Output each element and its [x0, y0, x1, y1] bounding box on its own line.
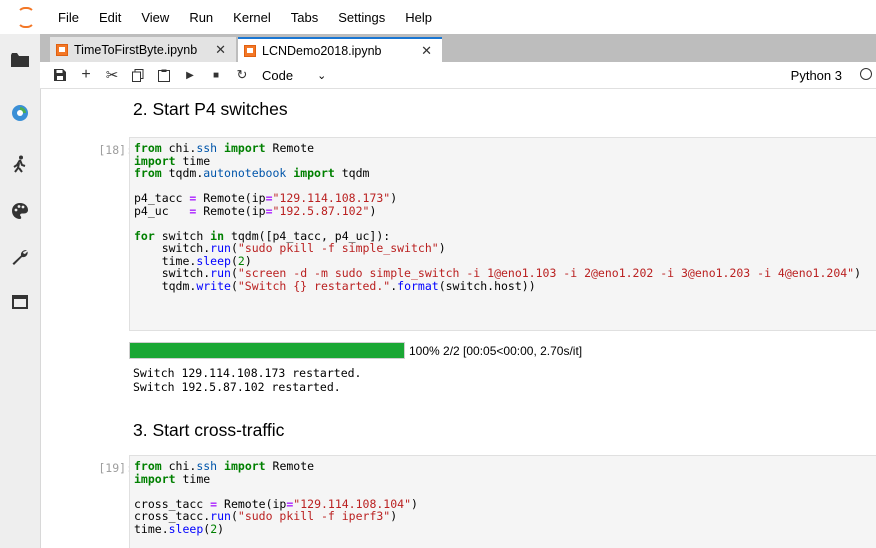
kernel-name[interactable]: Python 3	[791, 68, 842, 83]
code-cell[interactable]: from chi.ssh import Remote import time f…	[129, 137, 876, 331]
code-editor[interactable]: from chi.ssh import Remote import time c…	[130, 456, 876, 539]
cell-type-value: Code	[262, 67, 294, 83]
tabs-icon[interactable]	[8, 290, 32, 314]
input-prompt: [19]:	[98, 461, 133, 475]
run-button[interactable]: ▶	[178, 64, 202, 86]
paste-button[interactable]	[152, 64, 176, 86]
copy-button[interactable]	[126, 64, 150, 86]
menu-file[interactable]: File	[58, 10, 79, 25]
section-heading: 2. Start P4 switches	[133, 99, 288, 119]
insert-cell-button[interactable]: +	[74, 64, 98, 86]
tab-timetofirstbyte[interactable]: TimeToFirstByte.ipynb ✕	[50, 37, 236, 62]
save-icon	[54, 69, 66, 81]
cut-button[interactable]: ✂	[100, 64, 124, 86]
menu-settings[interactable]: Settings	[338, 10, 385, 25]
wrench-icon[interactable]	[8, 245, 32, 269]
jupyter-logo-icon	[0, 0, 48, 34]
chevron-down-icon: ⌄	[317, 69, 327, 82]
stop-icon: ■	[212, 69, 220, 81]
save-button[interactable]	[48, 64, 72, 86]
progress-bar-fill	[130, 343, 404, 358]
play-icon: ▶	[186, 69, 194, 81]
menu-run[interactable]: Run	[189, 10, 213, 25]
section-heading: 3. Start cross-traffic	[133, 420, 285, 440]
notebook-panel[interactable]: 2. Start P4 switches [18]: from chi.ssh …	[41, 89, 876, 548]
tab-label: TimeToFirstByte.ipynb	[74, 42, 198, 57]
notebook-icon	[244, 44, 256, 57]
cell-type-select[interactable]: Code ⌄	[262, 68, 326, 83]
left-sidebar	[0, 34, 41, 548]
close-icon[interactable]: ✕	[215, 42, 226, 58]
notebook-toolbar: + ✂ ▶ ■ ↻ Code ⌄ Python 3	[40, 62, 876, 89]
palette-icon[interactable]	[8, 199, 32, 223]
tab-label: LCNDemo2018.ipynb	[262, 43, 382, 58]
cell-output-text: Switch 129.114.108.173 restarted. Switch…	[133, 366, 362, 394]
menu-view[interactable]: View	[141, 10, 169, 25]
progress-bar	[129, 342, 405, 359]
tab-lcndemo2018[interactable]: LCNDemo2018.ipynb ✕	[238, 37, 442, 62]
plus-icon: +	[81, 66, 91, 83]
paste-icon	[158, 69, 170, 82]
kernel-status-icon	[860, 68, 872, 80]
menu-bar: File Edit View Run Kernel Tabs Settings …	[0, 0, 876, 34]
menu-tabs[interactable]: Tabs	[291, 10, 318, 25]
close-icon[interactable]: ✕	[421, 43, 432, 59]
progress-text: 100% 2/2 [00:05<00:00, 2.70s/it]	[409, 343, 583, 358]
document-tab-bar: TimeToFirstByte.ipynb ✕ LCNDemo2018.ipyn…	[40, 34, 876, 62]
restart-button[interactable]: ↻	[230, 64, 254, 86]
commands-icon[interactable]	[8, 152, 32, 176]
menu-kernel[interactable]: Kernel	[233, 10, 271, 25]
running-kernels-icon[interactable]	[8, 101, 32, 125]
scissors-icon: ✂	[105, 67, 119, 84]
menu-edit[interactable]: Edit	[99, 10, 121, 25]
code-editor[interactable]: from chi.ssh import Remote import time f…	[130, 138, 876, 296]
interrupt-button[interactable]: ■	[204, 64, 228, 86]
folder-icon[interactable]	[8, 48, 32, 72]
menu-help[interactable]: Help	[405, 10, 432, 25]
progress-output: 100% 2/2 [00:05<00:00, 2.70s/it]	[129, 342, 582, 359]
notebook-icon	[56, 43, 68, 56]
restart-icon: ↻	[236, 67, 248, 82]
copy-icon	[132, 68, 144, 82]
input-prompt: [18]:	[98, 143, 133, 157]
code-cell[interactable]: from chi.ssh import Remote import time c…	[129, 455, 876, 548]
